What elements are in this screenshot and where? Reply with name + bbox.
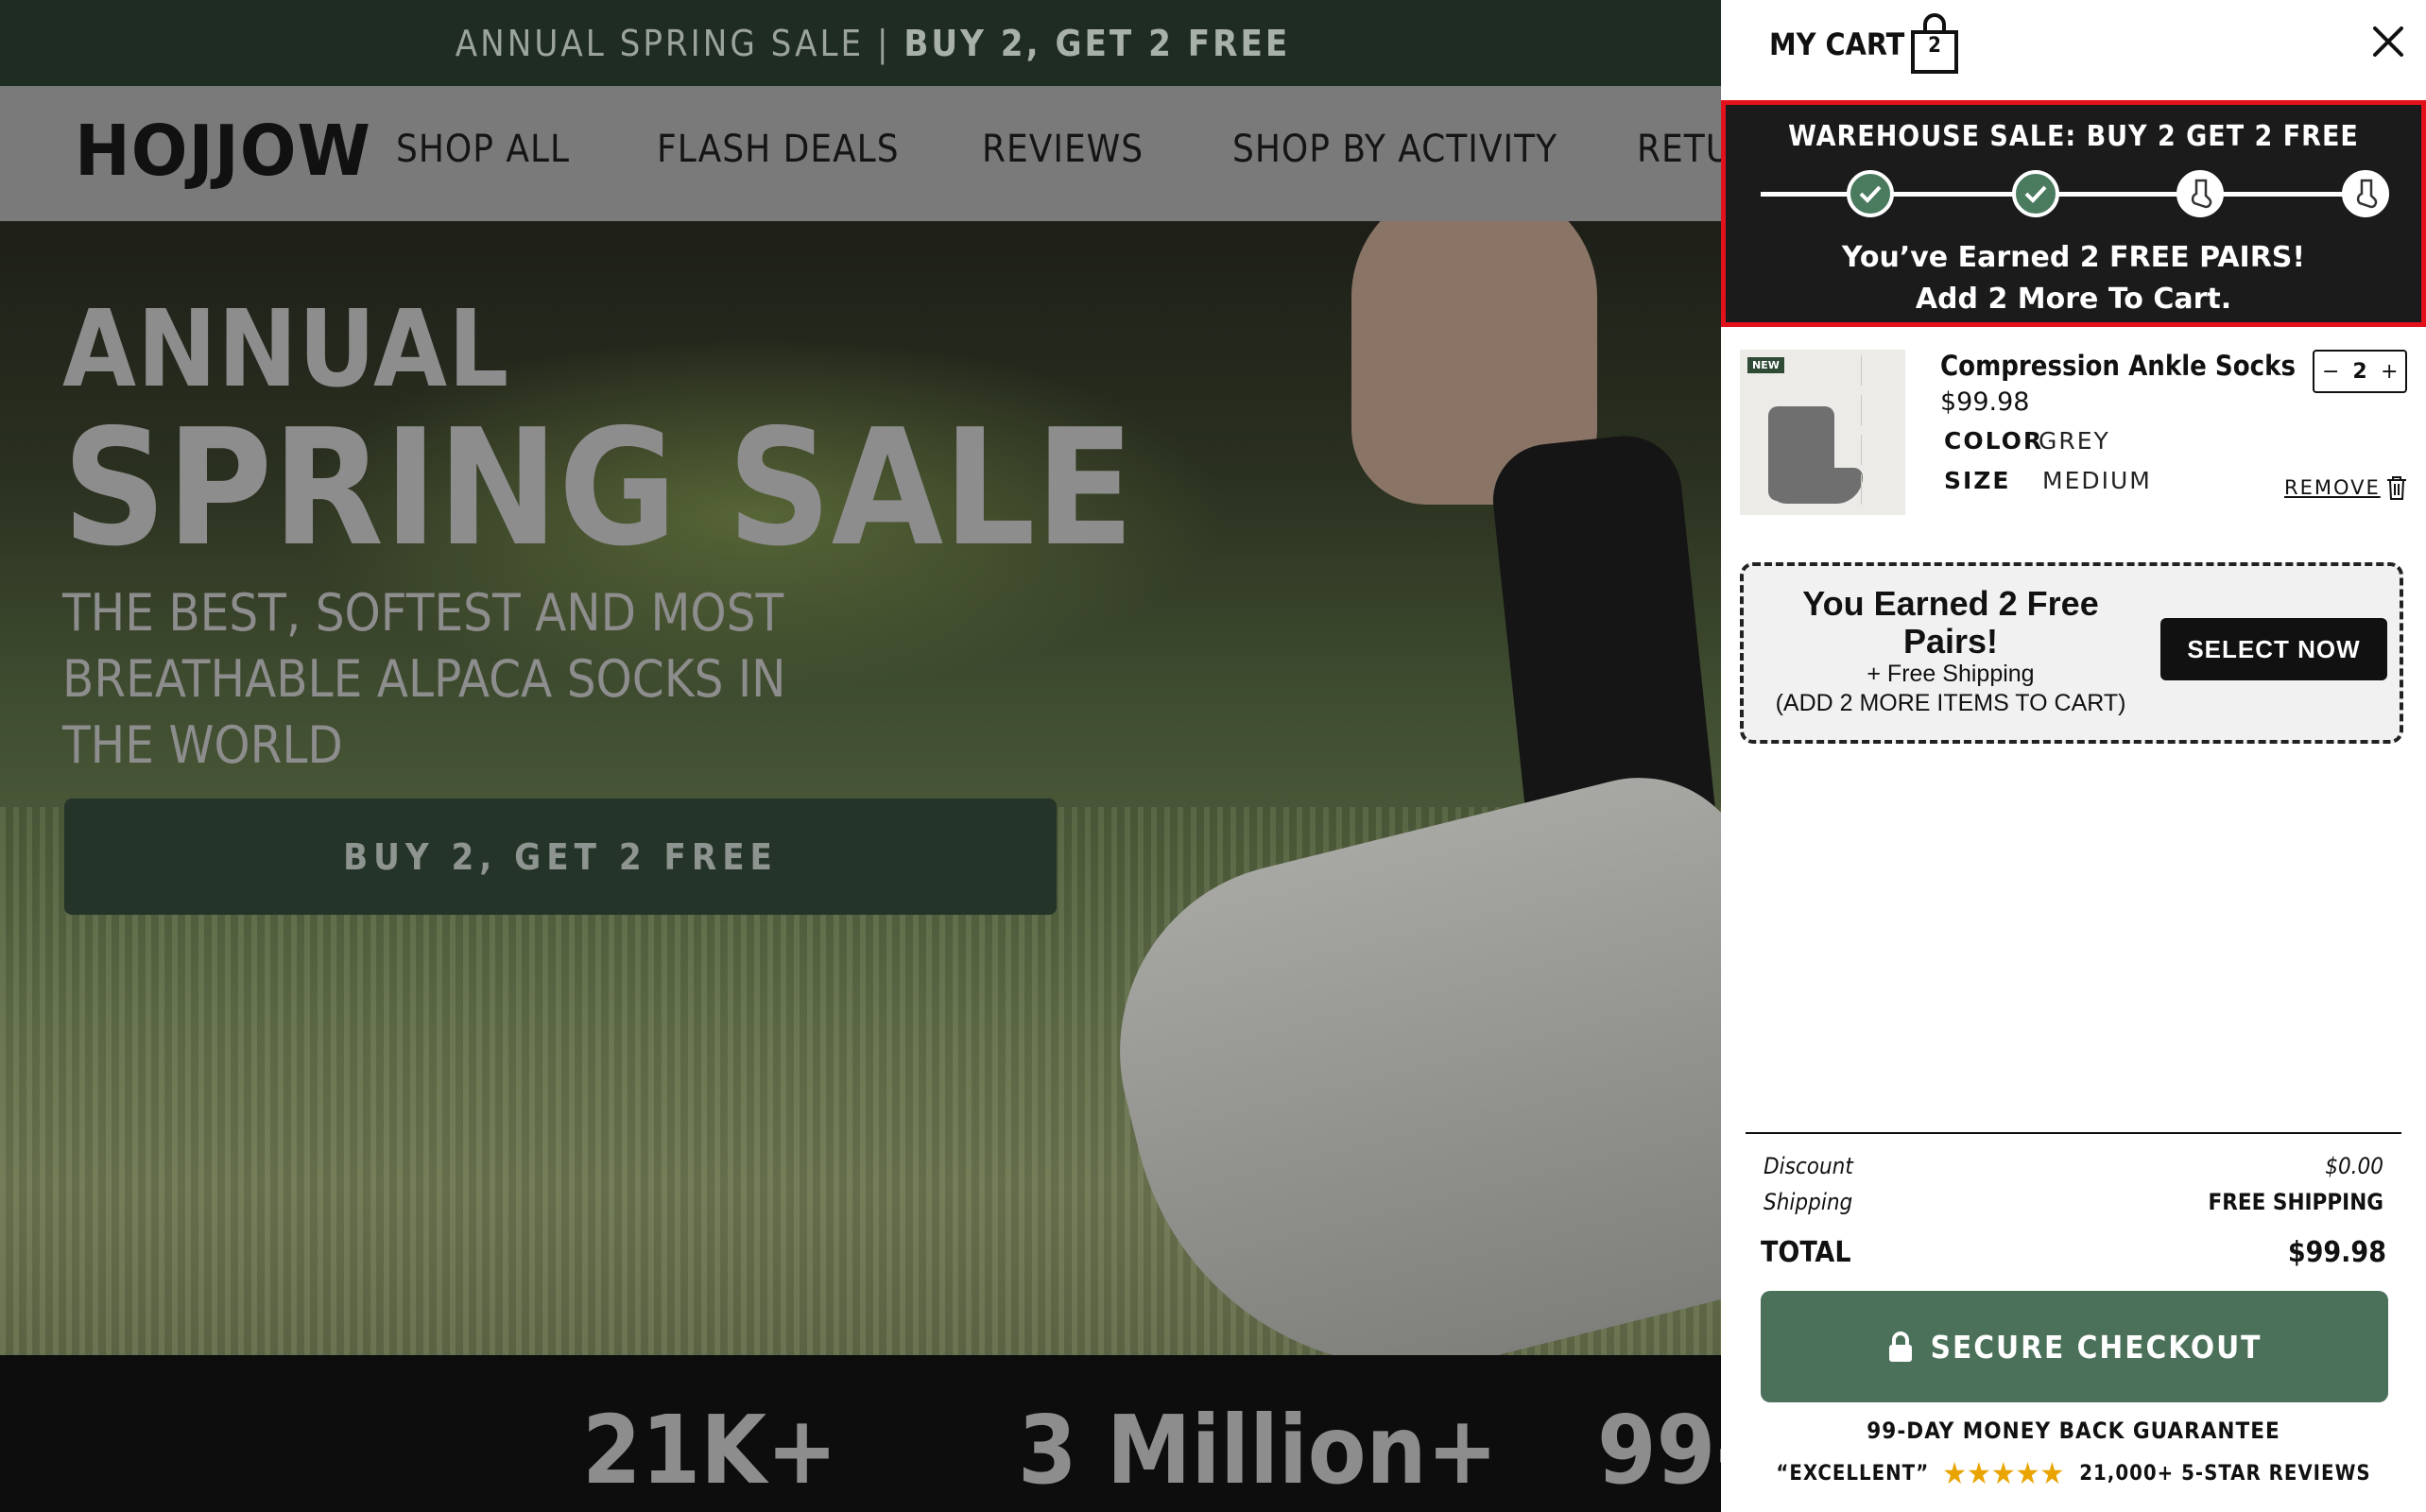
announcement-text: ANNUAL SPRING SALE | BUY 2, GET 2 FREE [456, 23, 1290, 64]
stat-pairs-sold: 3 Million+ [1018, 1395, 1498, 1505]
promo-title: WAREHOUSE SALE: BUY 2 GET 2 FREE [1788, 120, 2359, 153]
discount-label: Discount [1764, 1153, 1853, 1179]
guarantee-text: 99-DAY MONEY BACK GUARANTEE [1867, 1418, 2280, 1444]
product-price: $99.98 [1940, 387, 2030, 417]
reviews-count: 21,000+ 5-STAR REVIEWS [2079, 1461, 2371, 1486]
sock-icon [2356, 179, 2378, 209]
promo-message: You’ve Earned 2 FREE PAIRS! Add 2 More T… [1726, 237, 2421, 320]
quantity-value[interactable]: 2 [2352, 360, 2366, 384]
lock-icon [1888, 1332, 1912, 1362]
close-icon[interactable] [2369, 23, 2407, 60]
checkout-label: SECURE CHECKOUT [1930, 1328, 2263, 1366]
product-name[interactable]: Compression Ankle Socks [1940, 350, 2296, 382]
feature-icon [1861, 395, 1899, 425]
offer-instruction: (ADD 2 MORE ITEMS TO CART) [1775, 690, 2126, 716]
cart-header: MY CART 2 [1721, 0, 2426, 99]
discount-row: Discount $0.00 [1764, 1153, 2383, 1179]
size-label: SIZE [1944, 467, 2011, 494]
promo-message-line2: Add 2 More To Cart. [1915, 283, 2232, 316]
total-value: $99.98 [2287, 1236, 2386, 1269]
hero-cta-button[interactable]: BUY 2, GET 2 FREE [64, 799, 1057, 915]
size-value: MEDIUM [2042, 467, 2152, 494]
sock-icon [2191, 179, 2212, 209]
nav-item-flash-deals[interactable]: FLASH DEALS [657, 128, 900, 171]
quantity-stepper: − 2 + [2313, 350, 2407, 393]
progress-step-1 [1847, 170, 1894, 217]
hero-title-line1: ANNUAL [62, 288, 510, 411]
shipping-value: FREE SHIPPING [2208, 1189, 2383, 1215]
remove-link[interactable]: REMOVE [2284, 476, 2381, 499]
nav-item-shop-by-activity[interactable]: SHOP BY ACTIVITY [1232, 128, 1557, 171]
star-icon: ★★★★★ [1942, 1455, 2065, 1491]
stat-reviews: 21K+ [582, 1395, 838, 1505]
shipping-row: Shipping FREE SHIPPING [1764, 1189, 2383, 1215]
promo-message-line1: You’ve Earned 2 FREE PAIRS! [1841, 241, 2306, 274]
select-now-button[interactable]: SELECT NOW [2160, 618, 2387, 680]
total-label: TOTAL [1761, 1236, 1851, 1269]
new-badge: NEW [1747, 357, 1784, 373]
color-value: GREY [2039, 427, 2110, 455]
brand-logo[interactable]: HOJJOW [75, 111, 371, 192]
product-sock-foot [1768, 468, 1863, 504]
secure-checkout-button[interactable]: SECURE CHECKOUT [1761, 1291, 2388, 1402]
nav-item-returns[interactable]: RETU [1637, 128, 1731, 171]
rating-word: “EXCELLENT” [1776, 1461, 1930, 1486]
cart-line-item: NEW Compression Ankle Socks $99.98 COLOR… [1740, 350, 2407, 520]
summary-divider [1746, 1132, 2401, 1134]
progress-step-3 [2177, 170, 2224, 217]
cart-count: 2 [1928, 34, 1941, 58]
cart-drawer: MY CART 2 WAREHOUSE SALE: BUY 2 GET 2 FR… [1721, 0, 2426, 1512]
check-icon [1859, 185, 1882, 203]
check-icon [2024, 185, 2047, 203]
offer-headline: You Earned 2 Free Pairs! [1802, 584, 2099, 661]
promo-progress-banner: WAREHOUSE SALE: BUY 2 GET 2 FREE You’ve … [1721, 100, 2426, 327]
trash-icon[interactable] [2385, 474, 2408, 501]
hero-subtitle: THE BEST, SOFTEST AND MOST BREATHABLE AL… [62, 583, 786, 775]
free-pairs-offer: You Earned 2 Free Pairs! + Free Shipping… [1740, 562, 2403, 744]
discount-value: $0.00 [2325, 1153, 2383, 1179]
progress-step-4 [2342, 170, 2389, 217]
reviews-summary: “EXCELLENT” ★★★★★ 21,000+ 5-STAR REVIEWS [1721, 1455, 2426, 1491]
nav-item-reviews[interactable]: REVIEWS [982, 128, 1144, 171]
offer-free-shipping: + Free Shipping [1867, 661, 2035, 687]
shipping-label: Shipping [1764, 1189, 1853, 1215]
feature-icon [1861, 435, 1899, 465]
hero-title: ANNUAL SPRING SALE [62, 297, 1134, 569]
product-thumbnail[interactable]: NEW [1740, 350, 1905, 515]
color-label: COLOR [1944, 427, 2044, 455]
announcement-text-a: ANNUAL SPRING SALE | [455, 22, 904, 64]
nav-item-shop-all[interactable]: SHOP ALL [396, 128, 570, 171]
total-row: TOTAL $99.98 [1761, 1236, 2386, 1269]
feature-icon [1861, 355, 1899, 386]
hero-title-line2: SPRING SALE [62, 395, 1135, 582]
quantity-increase-button[interactable]: + [2381, 360, 2398, 384]
progress-step-2 [2012, 170, 2059, 217]
announcement-text-b: BUY 2, GET 2 FREE [903, 22, 1291, 64]
cart-title: MY CART [1769, 26, 1905, 62]
feature-icon [1861, 474, 1899, 505]
quantity-decrease-button[interactable]: − [2322, 360, 2339, 384]
